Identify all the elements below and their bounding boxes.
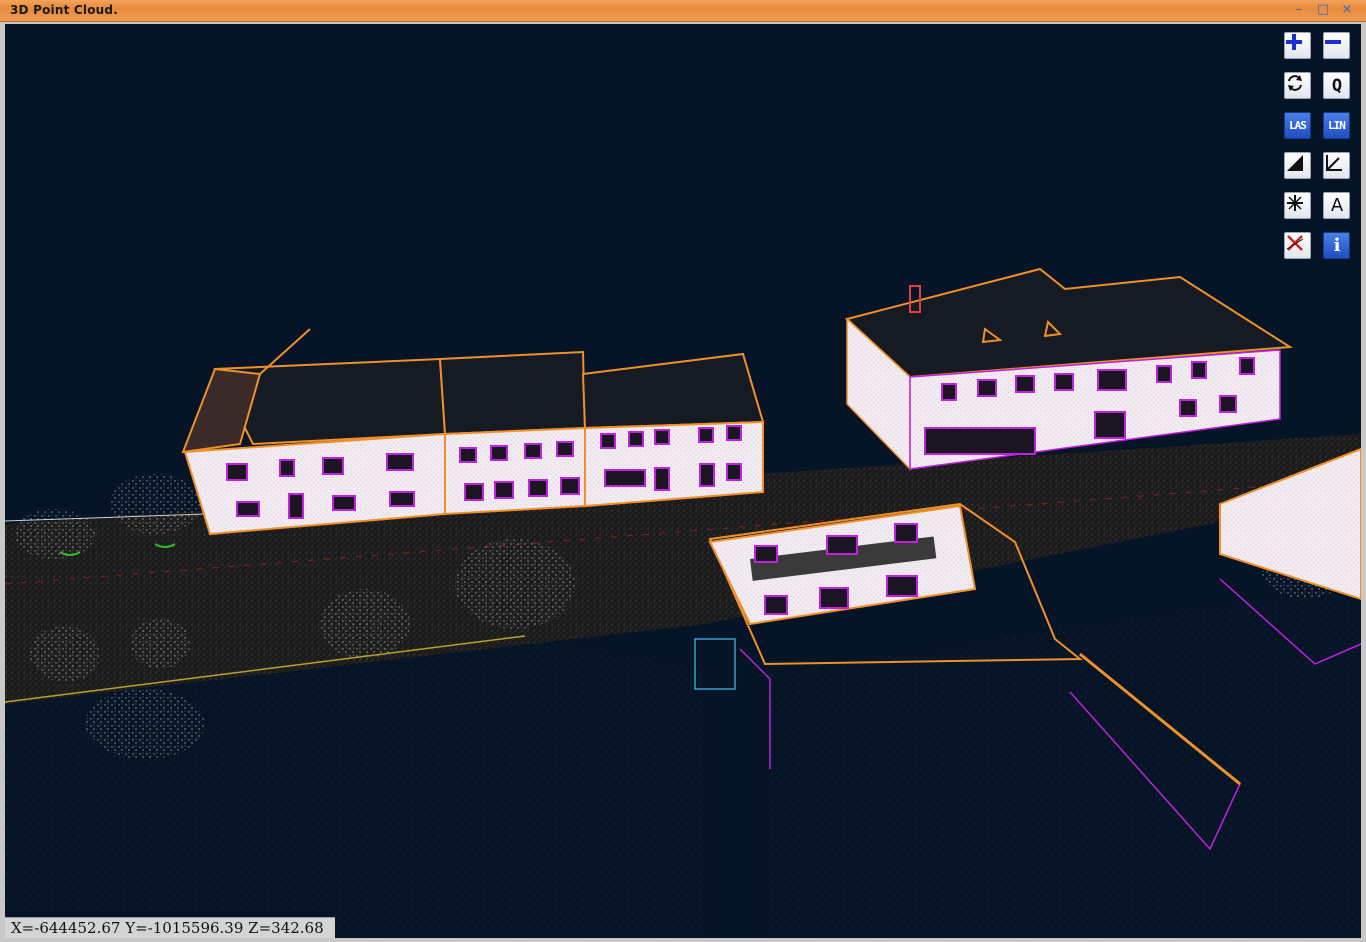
rotate-icon (1288, 75, 1302, 91)
point-cloud-viewport[interactable]: Q LAS LIN A i (5, 24, 1361, 938)
delete-icon (1286, 235, 1304, 251)
axis-icon (1326, 155, 1342, 171)
query-icon: Q (1331, 75, 1342, 96)
query-button[interactable]: Q (1323, 72, 1350, 99)
las-button[interactable]: LAS (1284, 112, 1311, 139)
snap-icon (1287, 195, 1303, 211)
shading-button[interactable] (1284, 152, 1311, 179)
lin-button[interactable]: LIN (1323, 112, 1350, 139)
point-cloud-scene (5, 267, 1361, 938)
axis-button[interactable] (1323, 152, 1350, 179)
minus-icon (1325, 40, 1341, 44)
minimize-button[interactable]: – (1290, 2, 1308, 18)
contrast-icon (1287, 155, 1303, 171)
lin-icon: LIN (1328, 119, 1346, 132)
plus-icon (1286, 34, 1302, 50)
maximize-button[interactable]: □ (1314, 2, 1332, 18)
zoom-in-button[interactable] (1284, 32, 1311, 59)
las-icon: LAS (1289, 119, 1307, 132)
annotate-button[interactable]: A (1323, 192, 1350, 219)
delete-button[interactable] (1284, 232, 1311, 259)
close-button[interactable]: × (1338, 2, 1356, 18)
window-title: 3D Point Cloud. (10, 3, 118, 17)
rotate-button[interactable] (1284, 72, 1311, 99)
text-icon: A (1330, 195, 1343, 216)
coordinate-readout: X=-644452.67 Y=-1015596.39 Z=342.68 (5, 917, 335, 938)
info-icon: i (1333, 235, 1341, 256)
snap-button[interactable] (1284, 192, 1311, 219)
title-bar: 3D Point Cloud. – □ × (0, 0, 1366, 22)
zoom-out-button[interactable] (1323, 32, 1350, 59)
info-button[interactable]: i (1323, 232, 1350, 259)
